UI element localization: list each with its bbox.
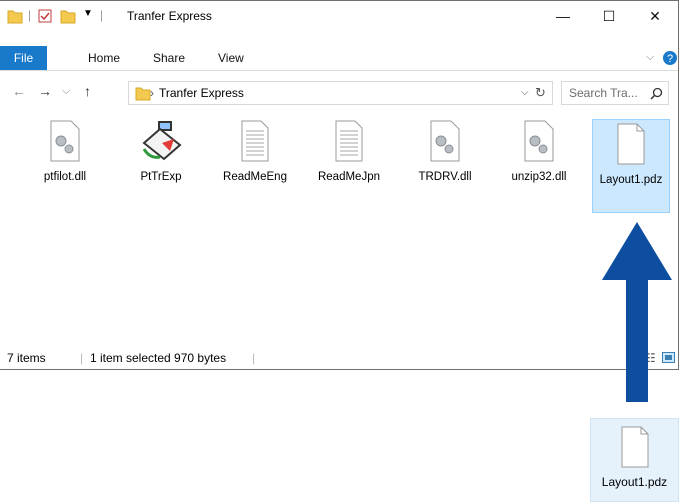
close-button[interactable]: ✕ [632,1,678,31]
customize-dropdown-icon[interactable]: ▼ [83,8,93,24]
blank-document-icon [617,123,645,165]
address-bar[interactable]: › Tranfer Express ⌵ ↻ [128,81,553,105]
properties-icon[interactable] [37,8,53,24]
dll-gear-icon [50,120,80,162]
dll-gear-icon [524,120,554,162]
folder-icon [7,10,23,24]
ribbon-tabs: File Home Share View ⌵ ? [0,46,678,71]
blank-document-icon [621,426,648,468]
dragged-file-layout1-pdz[interactable]: Layout1.pdz [590,418,679,502]
title-bar: | ▼ | Tranfer Express — ☐ ✕ [0,1,678,31]
back-arrow-icon[interactable]: ← [12,83,26,99]
address-dropdown-icon[interactable]: ⌵ [521,87,529,98]
forward-arrow-icon[interactable]: → [38,83,52,99]
file-item-trdrv-dll[interactable]: TRDRV.dll [404,119,486,185]
svg-text:?: ? [667,53,673,65]
text-document-icon [335,120,363,162]
help-icon[interactable]: ? [662,50,678,66]
recent-locations-icon[interactable]: ⌵ [62,85,70,98]
search-icon[interactable] [650,87,663,100]
search-input[interactable]: Search Tra... [561,81,669,105]
maximize-button[interactable]: ☐ [586,1,632,31]
file-item-readmeeng[interactable]: ReadMeEng [214,119,296,185]
navigation-bar: ← → ⌵ ↑ › Tranfer Express ⌵ ↻ Search Tra… [0,79,678,107]
app-transfer-icon [142,121,182,161]
drag-up-arrow [602,222,672,402]
file-item-pttrexp[interactable]: PtTrExp [120,119,202,185]
file-item-unzip32-dll[interactable]: unzip32.dll [498,119,580,185]
refresh-icon[interactable]: ↻ [535,85,546,101]
breadcrumb[interactable]: Tranfer Express [159,86,244,100]
tab-share[interactable]: Share [153,51,185,65]
tab-view[interactable]: View [218,51,244,65]
minimize-button[interactable]: — [540,1,586,31]
item-count: 7 items [7,351,46,365]
file-item-ptfilot-dll[interactable]: ptfilot.dll [24,119,106,185]
breadcrumb-separator-icon: › [150,86,154,100]
window-title: Tranfer Express [127,9,212,23]
file-item-readmejpn[interactable]: ReadMeJpn [308,119,390,185]
folder-icon [135,87,151,101]
selection-info: 1 item selected 970 bytes [90,351,227,365]
expand-ribbon-icon[interactable]: ⌵ [646,51,654,64]
dll-gear-icon [430,120,460,162]
text-document-icon [241,120,269,162]
status-bar: 7 items | 1 item selected 970 bytes | ☷ [0,349,678,369]
file-item-layout1-pdz[interactable]: Layout1.pdz [592,119,670,213]
explorer-window: | ▼ | Tranfer Express — ☐ ✕ File Home Sh… [0,0,679,370]
tab-home[interactable]: Home [88,51,120,65]
up-arrow-icon[interactable]: ↑ [84,83,91,99]
new-folder-icon[interactable] [60,8,76,24]
tab-file[interactable]: File [0,46,47,70]
